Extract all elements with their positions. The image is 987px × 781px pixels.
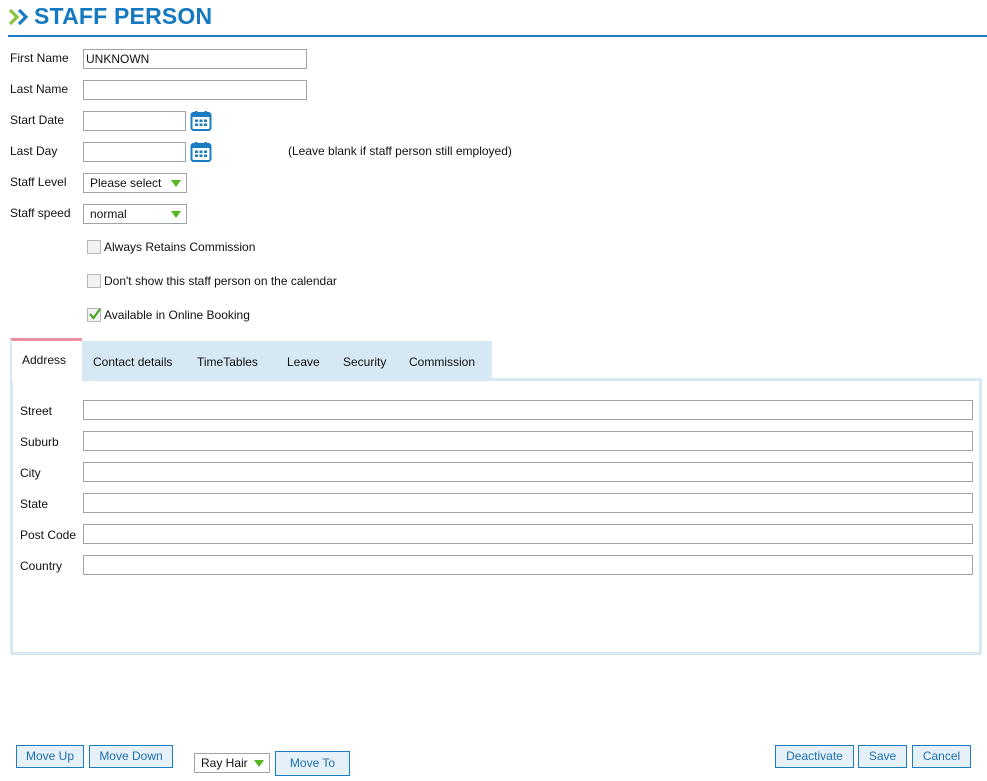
street-label: Street [20,404,53,418]
page-title: STAFF PERSON [34,3,213,29]
tab-contact-details[interactable]: Contact details [93,355,172,369]
deactivate-button[interactable]: Deactivate [775,745,854,768]
always-retains-commission-label: Always Retains Commission [104,240,256,254]
online-booking-label: Available in Online Booking [104,308,250,322]
city-label: City [20,466,41,480]
suburb-label: Suburb [20,435,59,449]
checkmark-icon [89,308,101,320]
online-booking-checkbox[interactable] [87,308,101,322]
last-day-note: (Leave blank if staff person still emplo… [288,144,512,158]
state-label: State [20,497,49,511]
start-date-input[interactable] [83,111,186,131]
tab-leave[interactable]: Leave [287,355,320,369]
staff-level-label: Staff Level [10,175,67,189]
last-day-label: Last Day [10,144,58,158]
move-to-button[interactable]: Move To [275,751,350,776]
city-input[interactable] [83,462,973,482]
last-name-label: Last Name [10,82,69,96]
tab-security[interactable]: Security [343,355,386,369]
first-name-label: First Name [10,51,69,65]
hide-from-calendar-label: Don't show this staff person on the cale… [104,274,337,288]
staff-level-value: Please select [90,176,162,190]
dropdown-arrow-icon [171,211,181,218]
double-chevron-icon [8,8,29,26]
start-date-label: Start Date [10,113,65,127]
move-up-button[interactable]: Move Up [16,745,84,768]
dropdown-arrow-icon [171,180,181,187]
street-input[interactable] [83,400,973,420]
last-day-input[interactable] [83,142,186,162]
location-select-value: Ray Hair [201,756,248,770]
title-divider [8,35,987,37]
post-code-label: Post Code [20,528,77,542]
hide-from-calendar-checkbox[interactable] [87,274,101,288]
staff-speed-label: Staff speed [10,206,71,220]
staff-speed-value: normal [90,207,127,221]
post-code-input[interactable] [83,524,973,544]
location-select[interactable]: Ray Hair [194,753,270,773]
first-name-input[interactable] [83,49,307,69]
cancel-button[interactable]: Cancel [912,745,971,768]
dropdown-arrow-icon [254,760,264,767]
tab-address-label[interactable]: Address [22,353,66,367]
always-retains-commission-checkbox[interactable] [87,240,101,254]
staff-speed-select[interactable]: normal [83,204,187,224]
calendar-icon[interactable] [190,141,212,163]
tab-commission[interactable]: Commission [409,355,475,369]
country-input[interactable] [83,555,973,575]
save-button[interactable]: Save [858,745,907,768]
move-down-button[interactable]: Move Down [89,745,173,768]
state-input[interactable] [83,493,973,513]
staff-level-select[interactable]: Please select [83,173,187,193]
country-label: Country [20,559,63,573]
suburb-input[interactable] [83,431,973,451]
tab-timetables[interactable]: TimeTables [197,355,258,369]
last-name-input[interactable] [83,80,307,100]
calendar-icon[interactable] [190,110,212,132]
